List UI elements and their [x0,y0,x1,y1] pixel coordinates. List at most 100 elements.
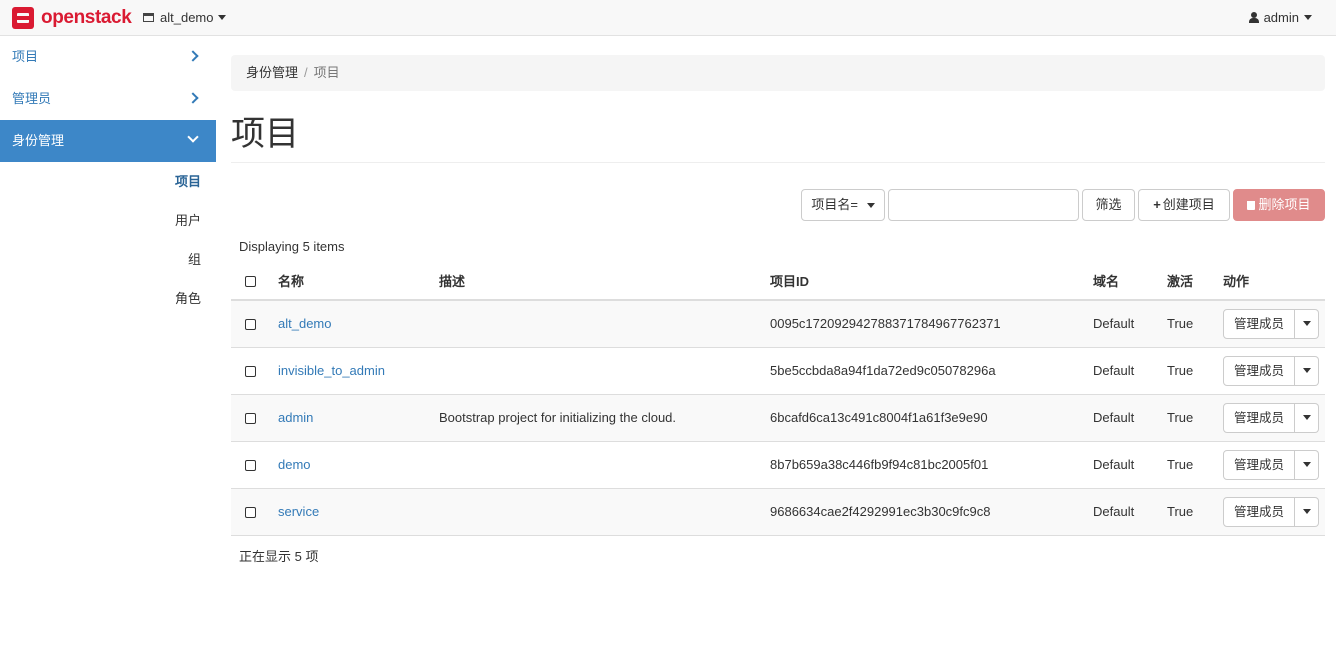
project-description [439,440,770,488]
caret-down-icon [1302,462,1311,467]
row-checkbox[interactable] [245,366,256,378]
project-id: 5be5ccbda8a94f1da72ed9c05078296a [770,346,1093,394]
project-id: 0095c172092942788371784967762371 [770,299,1093,347]
projects-table: 名称 描述 项目ID 域名 激活 动作 alt_demo 0095c172092… [231,262,1325,536]
openstack-logo-icon [12,7,34,29]
select-all-checkbox[interactable] [245,276,256,288]
project-enabled: True [1167,393,1223,441]
table-row: demo 8b7b659a38c446fb9f94c81bc2005f01 De… [231,440,1325,488]
project-name-link[interactable]: demo [278,457,311,472]
delete-projects-button[interactable]: 删除项目 [1233,189,1325,221]
project-id: 9686634cae2f4292991ec3b30c9fc9c8 [770,487,1093,536]
filter-button[interactable]: 筛选 [1082,189,1135,221]
row-checkbox[interactable] [245,413,256,425]
manage-members-button[interactable]: 管理成员 [1223,308,1296,339]
row-checkbox[interactable] [245,319,256,331]
project-domain: Default [1093,299,1167,347]
row-action-group: 管理成员 [1223,496,1320,527]
filter-input[interactable] [888,189,1079,221]
column-header-id[interactable]: 项目ID [770,262,1093,301]
delete-projects-label: 删除项目 [1258,197,1311,212]
row-actions-cell: 管理成员 [1223,299,1325,347]
sidebar-panel-identity[interactable]: 身份管理 [0,120,216,162]
column-header-domain[interactable]: 域名 [1093,262,1167,301]
caret-down-icon [1302,415,1311,420]
row-actions-dropdown-toggle[interactable] [1295,402,1320,433]
plus-icon: + [1153,197,1161,212]
manage-members-button[interactable]: 管理成员 [1223,449,1296,480]
table-header-row: 名称 描述 项目ID 域名 激活 动作 [231,262,1325,301]
user-icon [1248,12,1259,23]
create-project-label: 创建项目 [1162,197,1215,212]
sidebar-item-groups[interactable]: 组 [0,240,216,279]
filter-field-dropdown[interactable]: 项目名= [801,189,885,221]
row-action-group: 管理成员 [1223,355,1320,386]
sidebar-panel-admin[interactable]: 管理员 [0,78,216,120]
column-header-actions: 动作 [1223,262,1325,301]
row-select-cell [231,299,278,347]
project-domain: Default [1093,393,1167,441]
project-enabled: True [1167,487,1223,536]
filter-field-label: 项目名= [811,197,858,212]
sidebar-panel-label: 项目 [12,49,39,64]
project-name-cell: service [278,487,439,536]
caret-down-icon [1302,368,1311,373]
row-actions-dropdown-toggle[interactable] [1295,308,1320,339]
current-project: alt_demo [160,10,214,25]
manage-members-button[interactable]: 管理成员 [1223,355,1296,386]
sidebar-item-users[interactable]: 用户 [0,201,216,240]
manage-members-button[interactable]: 管理成员 [1223,496,1296,527]
row-actions-dropdown-toggle[interactable] [1295,355,1320,386]
manage-members-button[interactable]: 管理成员 [1223,402,1296,433]
row-actions-cell: 管理成员 [1223,346,1325,394]
project-domain: Default [1093,346,1167,394]
table-row: admin Bootstrap project for initializing… [231,393,1325,441]
title-divider [231,162,1325,163]
project-name-link[interactable]: service [278,504,319,519]
row-checkbox[interactable] [245,460,256,472]
item-count-bottom: 正在显示 5 项 [239,549,319,564]
openstack-logo[interactable]: openstack [12,5,132,31]
row-checkbox[interactable] [245,507,256,519]
breadcrumb-item-current: 项目 [313,65,340,80]
breadcrumb-item-identity[interactable]: 身份管理 [246,65,298,80]
row-actions-dropdown-toggle[interactable] [1295,496,1320,527]
project-id: 8b7b659a38c446fb9f94c81bc2005f01 [770,440,1093,488]
project-description [439,299,770,347]
column-header-enabled[interactable]: 激活 [1167,262,1223,301]
table-row: service 9686634cae2f4292991ec3b30c9fc9c8… [231,487,1325,536]
project-switcher[interactable]: alt_demo [143,10,227,25]
sidebar: 项目 管理员 身份管理 项目 用户 组 角色 [0,36,216,318]
sidebar-item-projects[interactable]: 项目 [0,162,216,201]
row-actions-dropdown-toggle[interactable] [1295,449,1320,480]
row-select-cell [231,393,278,441]
project-description [439,487,770,536]
sidebar-item-roles[interactable]: 角色 [0,279,216,318]
project-name-cell: alt_demo [278,299,439,347]
caret-down-icon [1302,321,1311,327]
brand-name: openstack [41,7,132,28]
create-project-button[interactable]: + 创建项目 [1138,189,1230,221]
row-action-group: 管理成员 [1223,308,1320,339]
table-row: alt_demo 0095c17209294278837178496776237… [231,299,1325,347]
project-id: 6bcafd6ca13c491c8004f1a61f3e9e90 [770,393,1093,441]
row-actions-cell: 管理成员 [1223,487,1325,536]
caret-down-icon [866,203,875,209]
column-header-name[interactable]: 名称 [278,262,439,301]
project-name-cell: demo [278,440,439,488]
project-name-link[interactable]: admin [278,410,313,425]
item-count-top: Displaying 5 items [239,239,345,254]
column-header-description[interactable]: 描述 [439,262,770,301]
user-menu[interactable]: admin [1248,10,1312,25]
sidebar-panel-project[interactable]: 项目 [0,36,216,78]
project-name-link[interactable]: invisible_to_admin [278,363,385,378]
caret-down-icon [1304,15,1312,20]
project-domain: Default [1093,440,1167,488]
breadcrumb: 身份管理 / 项目 [231,55,1325,91]
chevron-down-icon [187,131,199,143]
project-name-link[interactable]: alt_demo [278,316,331,331]
project-domain: Default [1093,487,1167,536]
trash-icon [1247,201,1256,210]
breadcrumb-separator: / [304,65,308,80]
project-description: Bootstrap project for initializing the c… [439,393,770,441]
